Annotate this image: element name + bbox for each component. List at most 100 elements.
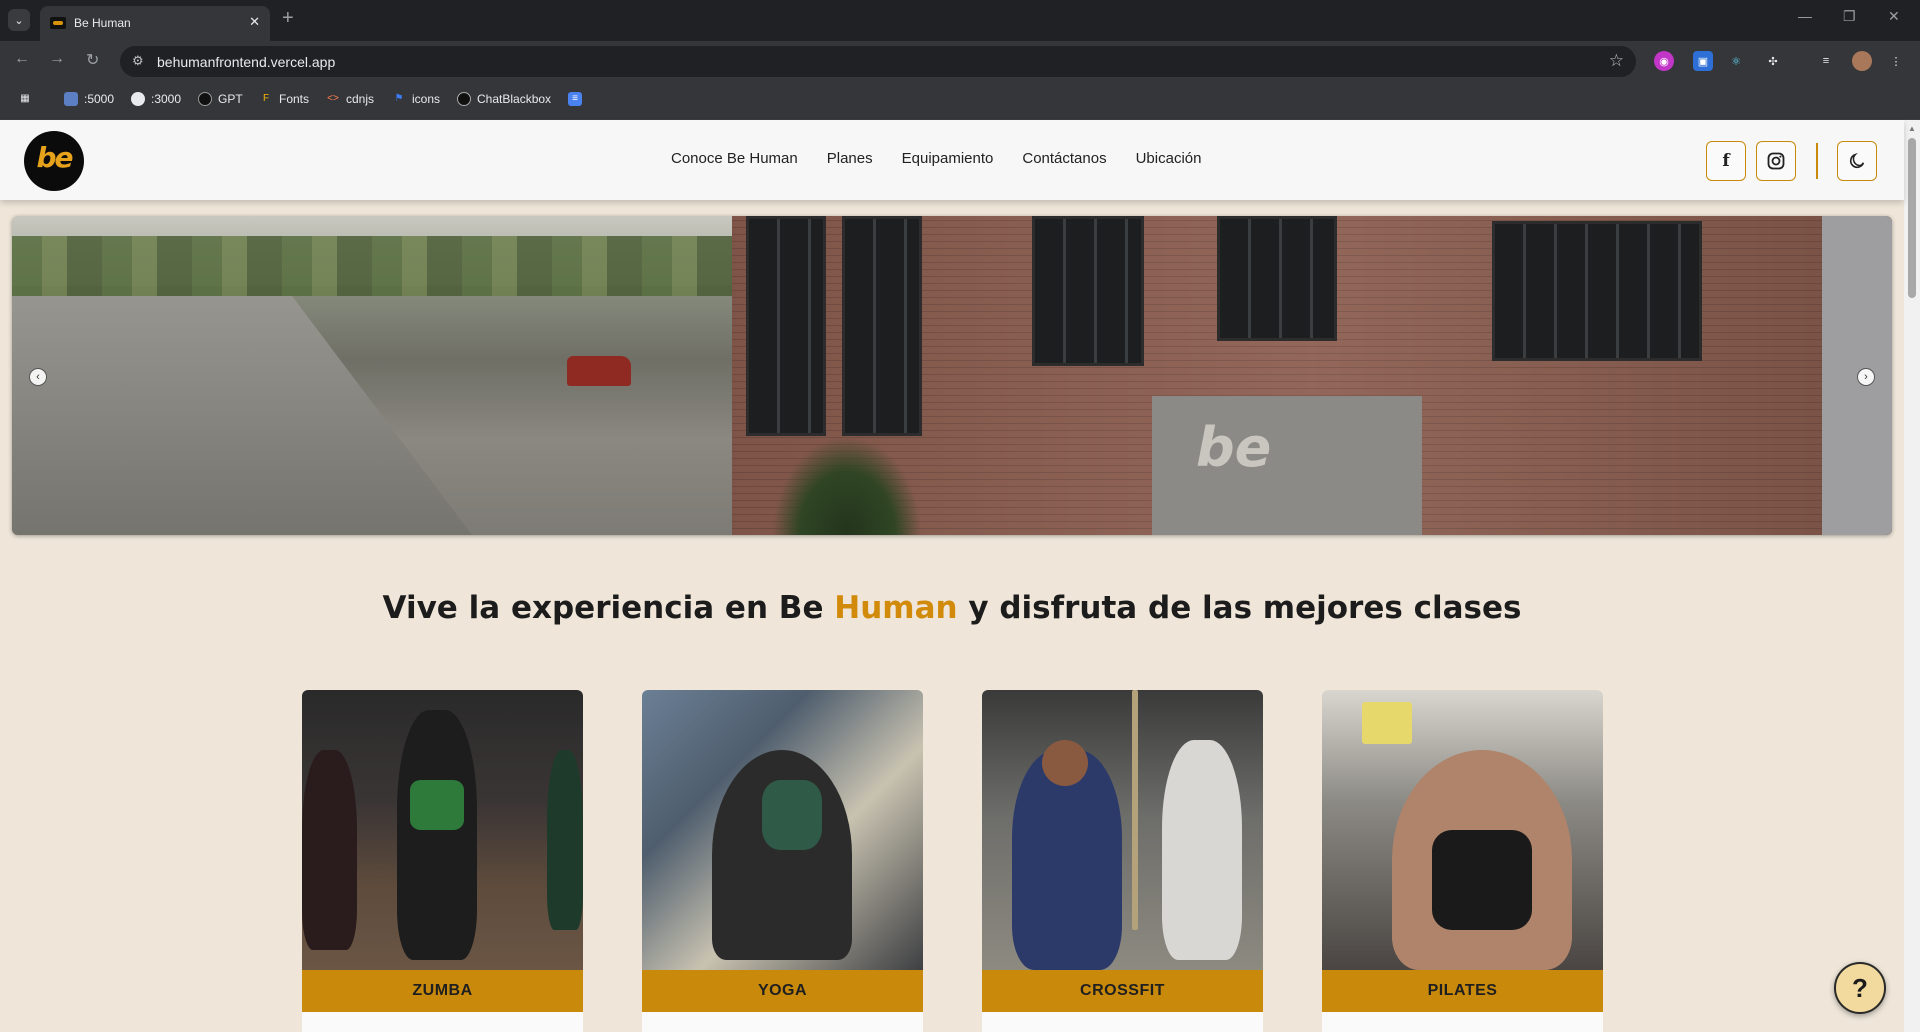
hero-image-road — [12, 296, 472, 535]
extension-icon[interactable]: ◉ — [1654, 51, 1674, 71]
class-card-body — [982, 1012, 1263, 1032]
extension-icon[interactable]: ▣ — [1693, 51, 1713, 71]
class-card-yoga[interactable]: YOGA — [642, 690, 923, 1032]
bookmarks-bar: ▦ :5000 :3000 GPT F Fonts <> cdnjs ⚑ icons … — [0, 82, 1920, 120]
back-icon[interactable]: ← — [14, 50, 30, 68]
bookmark-favicon-icon — [64, 92, 78, 106]
facebook-button[interactable]: f — [1706, 141, 1746, 181]
code-icon: <> — [327, 93, 339, 104]
bookmark-item[interactable]: <> cdnjs — [326, 92, 374, 106]
help-button[interactable]: ? — [1834, 962, 1886, 1014]
headline-text: y disfruta de las mejores clases — [957, 590, 1522, 626]
image-figure — [547, 750, 583, 930]
hero-image-sign: be — [1152, 396, 1422, 535]
browser-tab[interactable]: Be Human ✕ — [40, 6, 270, 41]
building-window — [1492, 221, 1702, 361]
carousel-prev-button[interactable]: ‹ — [29, 368, 47, 386]
browser-tab-bar: ⌄ Be Human ✕ + — ❐ ✕ — [0, 0, 1920, 41]
facebook-icon: f — [1722, 151, 1730, 171]
nav-link-ubicacion[interactable]: Ubicación — [1136, 150, 1202, 167]
browser-menu-icon[interactable]: ⋮ — [1886, 51, 1906, 71]
class-label: PILATES — [1322, 970, 1603, 1012]
bookmark-item[interactable]: :5000 — [64, 92, 114, 106]
bookmark-item[interactable]: :3000 — [131, 92, 181, 106]
chevron-right-icon: › — [1864, 371, 1868, 383]
help-icon: ? — [1852, 972, 1868, 1003]
bookmark-star-icon[interactable]: ☆ — [1609, 51, 1624, 71]
nav-link-equipamiento[interactable]: Equipamiento — [902, 150, 994, 167]
bookmark-label: ChatBlackbox — [477, 92, 552, 106]
building-window — [1032, 216, 1144, 366]
headline-text: Vive la experiencia en Be — [382, 590, 835, 626]
class-card-pilates[interactable]: PILATES — [1322, 690, 1603, 1032]
restore-icon[interactable]: ❐ — [1843, 8, 1856, 25]
bookmark-item[interactable]: ≡ — [568, 92, 582, 106]
image-figure — [1362, 702, 1412, 744]
bookmark-item[interactable]: ChatBlackbox — [457, 92, 551, 106]
class-image-zumba — [302, 690, 583, 970]
forward-icon[interactable]: → — [49, 50, 65, 68]
classes-headline: Vive la experiencia en Be Human y disfru… — [0, 590, 1904, 626]
class-image-pilates — [1322, 690, 1603, 970]
media-control-icon[interactable]: ≡ — [1816, 51, 1836, 71]
bookmark-label: cdnjs — [346, 92, 375, 106]
nav-link-conoce[interactable]: Conoce Be Human — [671, 150, 798, 167]
scrollbar-thumb[interactable] — [1908, 138, 1916, 298]
class-image-crossfit — [982, 690, 1263, 970]
react-devtools-icon[interactable]: ⚛ — [1726, 51, 1746, 71]
instagram-button[interactable] — [1756, 141, 1796, 181]
class-card-body — [642, 1012, 923, 1032]
image-figure — [762, 780, 822, 850]
apps-grid-icon[interactable]: ▦ — [18, 92, 32, 106]
hero-image-trees — [12, 236, 732, 296]
headline-highlight: Human — [834, 590, 958, 626]
reload-icon[interactable]: ↻ — [86, 50, 99, 70]
building-window — [1217, 216, 1337, 341]
bookmark-item[interactable]: GPT — [198, 92, 243, 106]
profile-avatar[interactable] — [1852, 51, 1872, 71]
bookmark-item[interactable]: ⚑ icons — [392, 92, 441, 106]
tab-favicon-icon — [50, 17, 66, 29]
bookmark-label: :3000 — [151, 92, 182, 106]
address-bar[interactable]: ⚙ behumanfrontend.vercel.app ☆ — [120, 46, 1636, 77]
openai-icon — [198, 92, 212, 106]
bookmark-label: Fonts — [279, 92, 310, 106]
site-info-icon[interactable]: ⚙ — [132, 53, 144, 69]
carousel-next-button[interactable]: › — [1857, 368, 1875, 386]
fonts-icon: F — [262, 93, 270, 104]
tab-search-button[interactable]: ⌄ — [8, 9, 30, 31]
extensions-puzzle-icon[interactable]: ✣ — [1763, 51, 1783, 71]
bookmark-item[interactable]: F Fonts — [259, 92, 309, 106]
class-image-yoga — [642, 690, 923, 970]
nav-link-contactanos[interactable]: Contáctanos — [1022, 150, 1106, 167]
logo-wordmark: be — [36, 141, 73, 174]
hero-sign-text: be — [1196, 416, 1272, 479]
theme-toggle-button[interactable] — [1837, 141, 1877, 181]
building-window — [842, 216, 922, 436]
hero-image-car — [567, 356, 631, 386]
tab-title: Be Human — [74, 16, 131, 30]
nav-link-planes[interactable]: Planes — [827, 150, 873, 167]
flag-icon: ⚑ — [394, 93, 404, 104]
globe-icon — [131, 92, 145, 106]
class-card-body — [302, 1012, 583, 1032]
image-figure — [1042, 740, 1088, 786]
page-scrollbar[interactable]: ▲ — [1904, 120, 1920, 1032]
tab-close-icon[interactable]: ✕ — [249, 14, 260, 30]
image-figure — [410, 780, 464, 830]
main-nav: Conoce Be Human Planes Equipamiento Cont… — [671, 150, 1201, 167]
class-card-zumba[interactable]: ZUMBA — [302, 690, 583, 1032]
class-card-body — [1322, 1012, 1603, 1032]
scroll-up-icon[interactable]: ▲ — [1908, 124, 1916, 133]
class-label: YOGA — [642, 970, 923, 1012]
image-figure — [302, 750, 357, 950]
close-window-icon[interactable]: ✕ — [1888, 8, 1900, 25]
chevron-left-icon: ‹ — [36, 371, 40, 383]
instagram-icon — [1767, 152, 1785, 170]
class-card-crossfit[interactable]: CROSSFIT — [982, 690, 1263, 1032]
new-tab-icon[interactable]: + — [282, 8, 294, 28]
site-logo[interactable]: be — [24, 131, 84, 191]
class-label: CROSSFIT — [982, 970, 1263, 1012]
header-divider — [1816, 143, 1818, 179]
minimize-icon[interactable]: — — [1798, 8, 1812, 24]
